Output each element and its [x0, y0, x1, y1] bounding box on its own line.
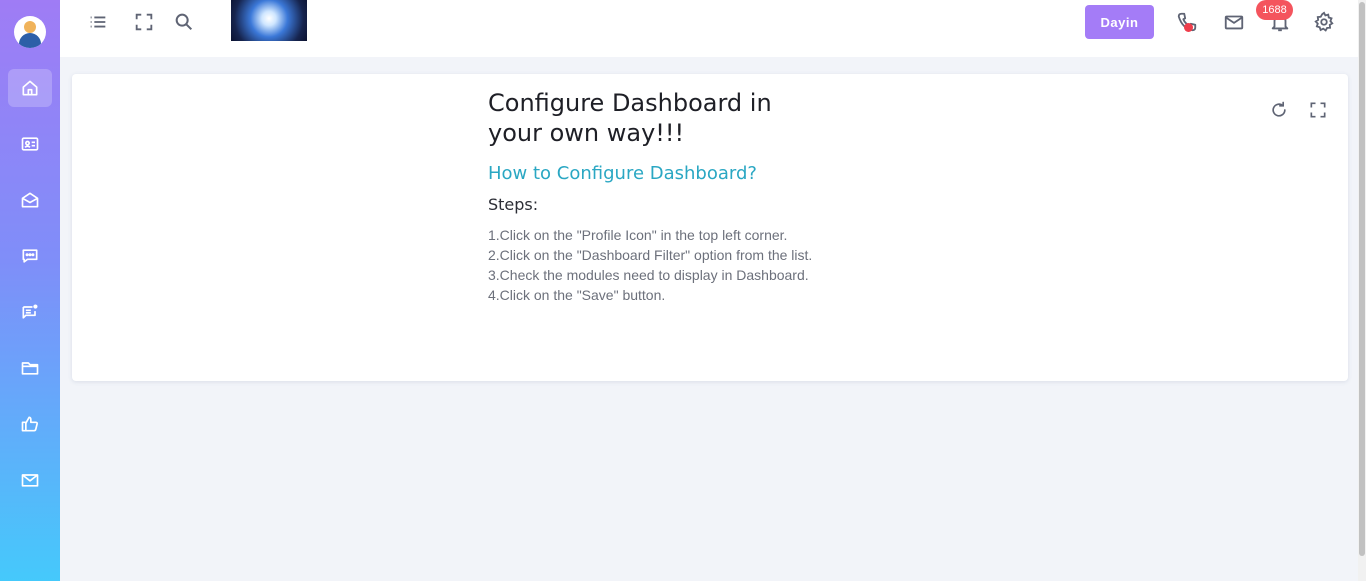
steps-list: 1.Click on the "Profile Icon" in the top… [488, 225, 818, 305]
mail-button[interactable] [1222, 10, 1246, 34]
contact-card-icon [21, 137, 39, 151]
sidebar [0, 0, 60, 581]
step-item: 2.Click on the "Dashboard Filter" option… [488, 247, 813, 263]
user-button[interactable]: Dayin [1085, 5, 1154, 39]
configure-dashboard-card: Configure Dashboard in your own way!!! H… [72, 74, 1348, 381]
refresh-icon [1272, 101, 1286, 117]
steps-label: Steps: [488, 195, 539, 214]
notification-count-badge: 1688 [1256, 0, 1293, 20]
top-header: Dayin 1688 [60, 0, 1358, 57]
expand-icon [1310, 102, 1326, 118]
thumbs-up-icon [21, 416, 38, 432]
step-item: 3.Check the modules need to display in D… [488, 267, 809, 283]
settings-button[interactable] [1312, 10, 1336, 34]
sidebar-item-inbox[interactable] [8, 181, 52, 219]
fullscreen-toggle[interactable] [132, 10, 156, 34]
home-icon [22, 80, 38, 96]
phone-button[interactable] [1175, 10, 1199, 34]
envelope-open-icon [21, 192, 39, 208]
page-scrollbar[interactable] [1358, 0, 1366, 581]
sidebar-item-feedback[interactable] [8, 405, 52, 443]
sidebar-item-mail[interactable] [8, 461, 52, 499]
sidebar-item-home[interactable] [8, 69, 52, 107]
sidebar-item-feed[interactable] [8, 293, 52, 331]
avatar-body [19, 33, 41, 48]
gear-icon [1314, 11, 1334, 32]
card-subtitle: How to Configure Dashboard? [488, 163, 757, 184]
scrollbar-thumb[interactable] [1359, 2, 1365, 556]
profile-avatar[interactable] [14, 16, 46, 48]
expand-button[interactable] [1307, 99, 1329, 121]
search-icon [175, 13, 193, 31]
sidebar-item-contacts[interactable] [8, 125, 52, 163]
menu-icon [90, 16, 106, 28]
mail-icon [21, 474, 39, 487]
avatar-head [24, 21, 36, 33]
chat-icon [22, 249, 38, 263]
card-title: Configure Dashboard in your own way!!! [488, 89, 772, 147]
call-status-dot [1184, 23, 1193, 32]
fullscreen-icon [135, 13, 153, 31]
refresh-button[interactable] [1268, 99, 1290, 121]
mail-icon [1224, 15, 1244, 30]
sidebar-item-chat[interactable] [8, 237, 52, 275]
sidebar-item-files[interactable] [8, 349, 52, 387]
card-content: Configure Dashboard in your own way!!! H… [488, 88, 818, 305]
menu-toggle[interactable] [86, 10, 110, 34]
search-button[interactable] [172, 10, 196, 34]
step-item: 4.Click on the "Save" button. [488, 287, 666, 303]
header-banner-image [231, 0, 307, 41]
feed-icon [22, 304, 38, 319]
step-item: 1.Click on the "Profile Icon" in the top… [488, 227, 788, 243]
folder-icon [21, 362, 39, 375]
